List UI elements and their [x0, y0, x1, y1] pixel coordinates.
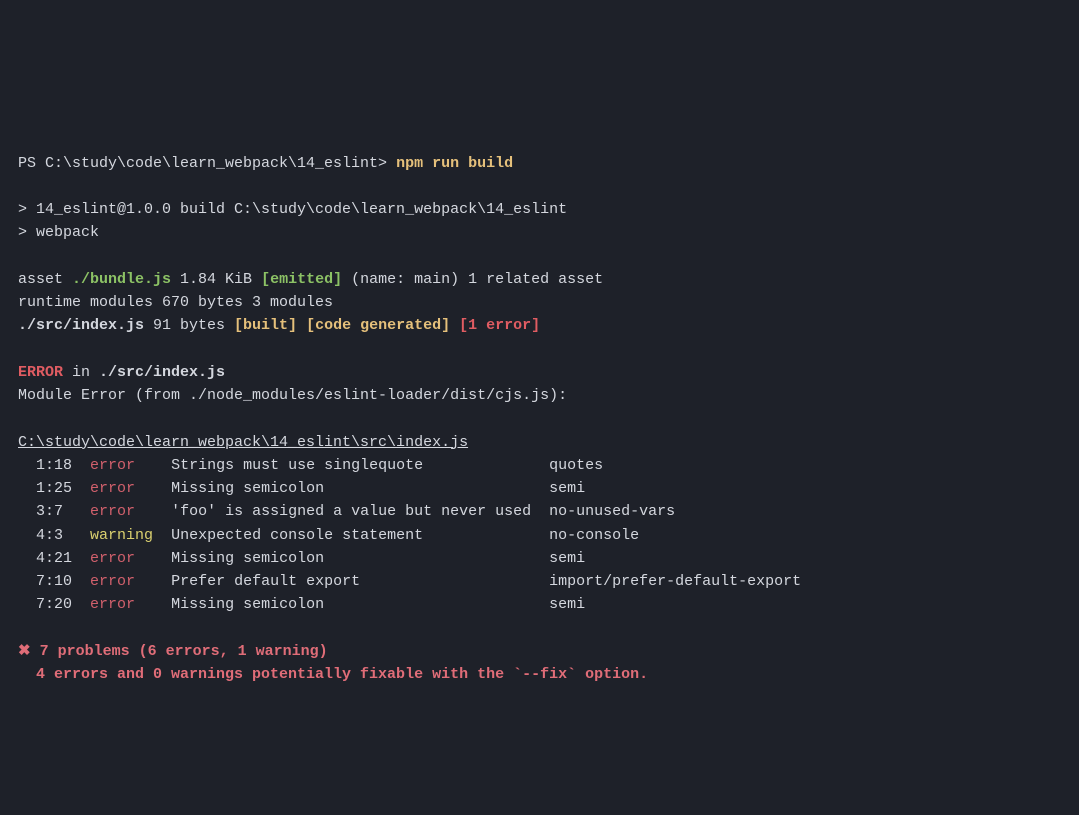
lint-severity: error — [90, 550, 162, 567]
asset-suffix: (name: main) 1 related asset — [342, 271, 603, 288]
asset-file: ./bundle.js — [72, 271, 171, 288]
prompt-cwd: PS C:\study\code\learn_webpack\14_eslint… — [18, 155, 387, 172]
lint-loc: 3:7 — [18, 503, 72, 520]
lint-rule: semi — [549, 480, 585, 497]
lint-severity: error — [90, 573, 162, 590]
lint-loc: 4:3 — [18, 527, 72, 544]
lint-rule: semi — [549, 550, 585, 567]
lint-loc: 4:21 — [18, 550, 72, 567]
lint-severity: error — [90, 480, 162, 497]
lint-rule: quotes — [549, 457, 603, 474]
lint-loc: 7:20 — [18, 596, 72, 613]
source-codegen: [code generated] — [306, 317, 450, 334]
lint-message: Missing semicolon — [171, 596, 531, 613]
asset-emitted: [emitted] — [261, 271, 342, 288]
prompt-command: npm run build — [396, 155, 513, 172]
lint-rule: semi — [549, 596, 585, 613]
summary-fixable: 4 errors and 0 warnings potentially fixa… — [18, 666, 648, 683]
error-word: ERROR — [18, 364, 63, 381]
cross-icon: ✖ — [18, 643, 31, 660]
lint-loc: 1:18 — [18, 457, 72, 474]
asset-label: asset — [18, 271, 72, 288]
lint-rule: import/prefer-default-export — [549, 573, 801, 590]
npm-header-1: > 14_eslint@1.0.0 build C:\study\code\le… — [18, 201, 567, 218]
lint-loc: 1:25 — [18, 480, 72, 497]
lint-rows: 1:18 error Strings must use singlequote … — [18, 457, 801, 614]
lint-severity: error — [90, 457, 162, 474]
lint-severity: error — [90, 596, 162, 613]
npm-header-2: > webpack — [18, 224, 99, 241]
lint-message: Missing semicolon — [171, 550, 531, 567]
source-file: ./src/index.js — [18, 317, 144, 334]
error-file: ./src/index.js — [99, 364, 225, 381]
lint-file-path: C:\study\code\learn_webpack\14_eslint\sr… — [18, 434, 468, 451]
lint-message: Prefer default export — [171, 573, 531, 590]
asset-size: 1.84 KiB — [171, 271, 261, 288]
lint-message: Unexpected console statement — [171, 527, 531, 544]
lint-message: Strings must use singlequote — [171, 457, 531, 474]
lint-rule: no-console — [549, 527, 639, 544]
runtime-line: runtime modules 670 bytes 3 modules — [18, 294, 333, 311]
lint-severity: warning — [90, 527, 162, 544]
summary-headline: 7 problems (6 errors, 1 warning) — [31, 643, 328, 660]
source-errcount: [1 error] — [459, 317, 540, 334]
lint-message: Missing semicolon — [171, 480, 531, 497]
terminal-output: PS C:\study\code\learn_webpack\14_eslint… — [0, 116, 1079, 698]
lint-rule: no-unused-vars — [549, 503, 675, 520]
source-built: [built] — [234, 317, 297, 334]
source-size: 91 bytes — [144, 317, 234, 334]
lint-message: 'foo' is assigned a value but never used — [171, 503, 531, 520]
lint-severity: error — [90, 503, 162, 520]
lint-loc: 7:10 — [18, 573, 72, 590]
module-error-line: Module Error (from ./node_modules/eslint… — [18, 387, 567, 404]
error-in: in — [63, 364, 99, 381]
